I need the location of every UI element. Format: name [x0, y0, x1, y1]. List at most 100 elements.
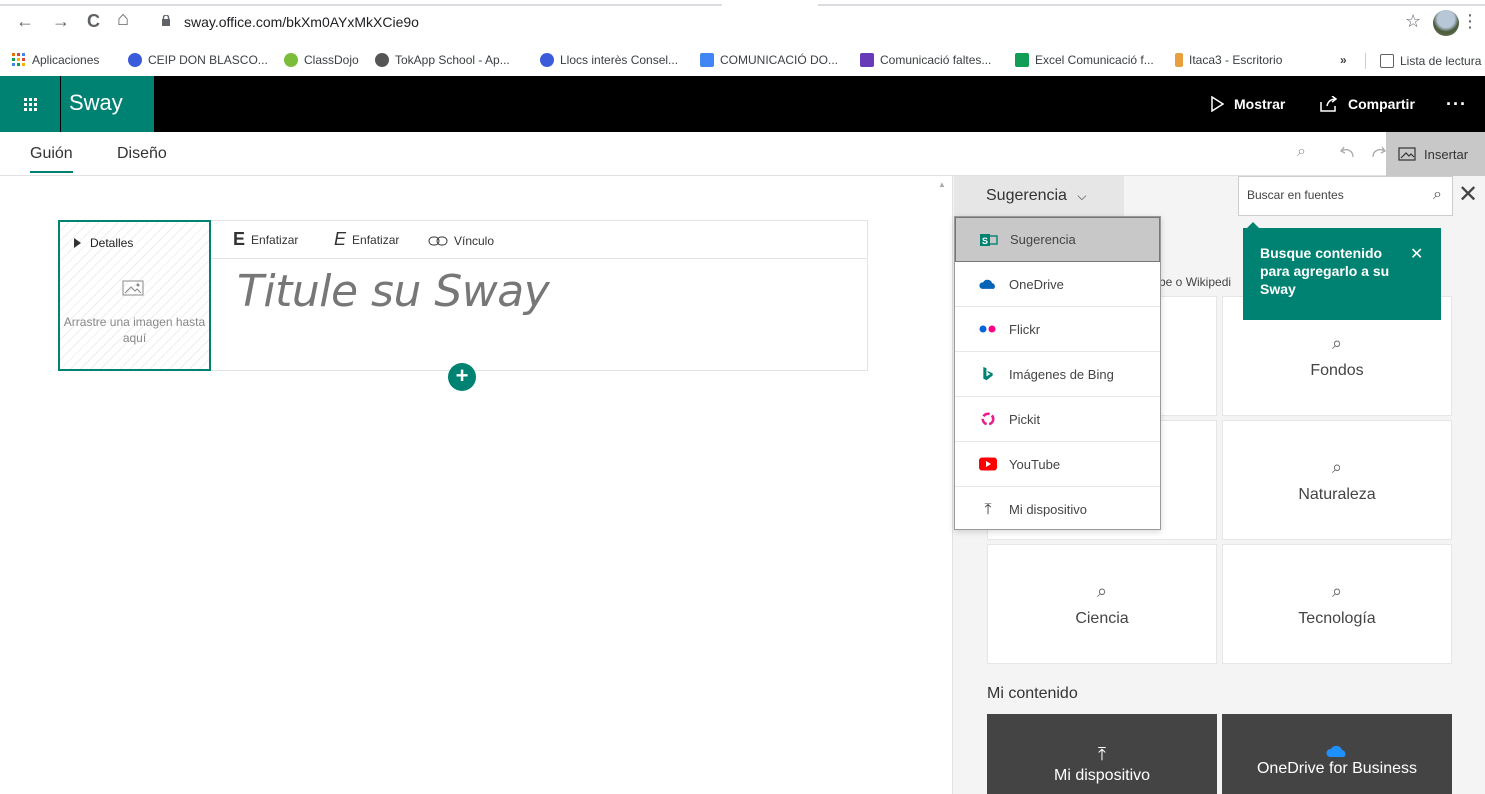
bookmark-comunicacio-do[interactable]: COMUNICACIÓ DO...: [700, 53, 838, 67]
source-dropdown-menu: S Sugerencia OneDrive Flickr Imágenes de…: [954, 216, 1161, 530]
insertar-button[interactable]: Insertar: [1386, 132, 1485, 176]
compartir-button[interactable]: Compartir: [1320, 76, 1415, 132]
bookmark-label: Llocs interès Consel...: [560, 53, 679, 67]
suggestion-tile-naturaleza[interactable]: ⌕ Naturaleza: [1222, 420, 1452, 540]
dropdown-item-label: Pickit: [1009, 411, 1041, 427]
dropdown-item-flickr[interactable]: Flickr: [955, 307, 1160, 352]
italic-emphasis-button[interactable]: E Enfatizar: [334, 229, 399, 250]
close-icon[interactable]: ✕: [1410, 244, 1423, 264]
tab-guion[interactable]: Guión: [30, 145, 73, 173]
detalles-toggle[interactable]: Detalles: [74, 236, 133, 250]
reload-icon[interactable]: C: [87, 11, 100, 32]
bookmark-label: »: [1340, 53, 1347, 67]
dropdown-item-bing[interactable]: Imágenes de Bing: [955, 352, 1160, 397]
bookmark-comunicacio-faltes[interactable]: Comunicació faltes...: [860, 53, 991, 67]
title-input[interactable]: Titule su Sway: [237, 266, 550, 317]
sway-header: Sway Mostrar Compartir ···: [0, 76, 1485, 132]
profile-avatar[interactable]: [1433, 10, 1459, 36]
tile-label: Mi dispositivo: [1053, 767, 1151, 784]
bookmark-label: TokApp School - Ap...: [395, 53, 510, 67]
site-globe-icon: [540, 53, 554, 67]
search-icon: ⌕: [1096, 581, 1108, 601]
bookmark-star-icon[interactable]: ☆: [1405, 11, 1421, 32]
dropdown-item-label: Imágenes de Bing: [1009, 366, 1114, 382]
bold-e-icon: E: [233, 229, 246, 249]
scroll-up-arrow[interactable]: ▲: [938, 180, 946, 189]
forward-icon[interactable]: →: [52, 11, 70, 32]
search-icon[interactable]: ⌕: [1297, 143, 1306, 161]
suggestion-tile-ciencia[interactable]: ⌕ Ciencia: [987, 544, 1217, 664]
play-icon: [1211, 96, 1224, 112]
bookmark-label: Excel Comunicació f...: [1035, 53, 1154, 67]
bookmark-label: Aplicaciones: [32, 53, 100, 67]
mi-dispositivo-tile[interactable]: ⤒ Mi dispositivo: [987, 714, 1217, 794]
dropdown-item-pickit[interactable]: Pickit: [955, 397, 1160, 442]
bookmark-tokapp[interactable]: TokApp School - Ap...: [375, 53, 510, 67]
link-button[interactable]: Vínculo: [428, 234, 494, 248]
more-options-button[interactable]: ···: [1446, 76, 1467, 132]
onedrive-icon: [1326, 745, 1346, 757]
search-icon: ⌕: [1331, 581, 1343, 601]
back-icon[interactable]: ←: [16, 11, 34, 32]
classdojo-icon: [284, 53, 298, 67]
tab-diseno[interactable]: Diseño: [117, 145, 167, 163]
bookmark-classdojo[interactable]: ClassDojo: [284, 53, 359, 67]
bookmark-llocs[interactable]: Llocs interès Consel...: [540, 53, 678, 67]
tile-label: Naturaleza: [1298, 486, 1376, 503]
url-text[interactable]: sway.office.com/bkXm0AYxMkXCie9o: [184, 14, 419, 30]
share-icon: [1320, 96, 1338, 112]
apps-grid-icon: [12, 53, 25, 66]
search-icon: ⌕: [1331, 457, 1343, 477]
source-selector[interactable]: Sugerencia ⌵: [954, 176, 1124, 216]
expand-triangle-icon: [74, 238, 81, 248]
app-brand[interactable]: Sway: [61, 76, 154, 132]
bookmark-ceip[interactable]: CEIP DON BLASCO...: [128, 53, 268, 67]
search-icon[interactable]: ⌕: [1433, 186, 1442, 204]
dropdown-item-onedrive[interactable]: OneDrive: [955, 262, 1160, 307]
redo-icon[interactable]: [1370, 145, 1386, 161]
reading-list-icon: [1380, 54, 1394, 68]
close-pane-icon[interactable]: ✕: [1458, 180, 1478, 209]
hint-text-partial: be o Wikipedi: [1159, 275, 1232, 289]
dropdown-item-label: YouTube: [1009, 456, 1061, 472]
flickr-icon: [979, 325, 996, 333]
app-launcher-button[interactable]: [0, 76, 60, 132]
tab-strip-divider: [818, 4, 1485, 6]
add-card-button[interactable]: +: [448, 363, 476, 391]
bookmark-lista-lectura[interactable]: Lista de lectura: [1365, 53, 1481, 69]
browser-menu-icon[interactable]: ⋮: [1461, 11, 1479, 32]
upload-icon: ⤒: [984, 500, 992, 518]
bookmark-excel[interactable]: Excel Comunicació f...: [1015, 53, 1154, 67]
bookmark-label: CEIP DON BLASCO...: [148, 53, 268, 67]
image-icon: [1398, 147, 1416, 161]
bookmark-itaca[interactable]: Itaca3 - Escritorio: [1175, 53, 1282, 67]
onedrive-business-tile[interactable]: OneDrive for Business: [1222, 714, 1452, 794]
mostrar-button[interactable]: Mostrar: [1192, 76, 1302, 132]
bold-label: Enfatizar: [251, 232, 299, 247]
chevron-down-icon: ⌵: [1077, 189, 1087, 203]
bing-icon: [983, 367, 993, 381]
tile-label: Ciencia: [1075, 610, 1129, 627]
suggestion-tile-tecnologia[interactable]: ⌕ Tecnología: [1222, 544, 1452, 664]
text-format-bar: E Enfatizar E Enfatizar Vínculo: [211, 221, 867, 259]
sway-icon: S: [980, 233, 998, 246]
dropdown-item-label: Sugerencia: [1010, 232, 1076, 247]
undo-icon[interactable]: [1340, 145, 1356, 161]
drop-hint-text: Arrastre una imagen hasta aquí: [63, 315, 206, 345]
dropdown-item-youtube[interactable]: YouTube: [955, 442, 1160, 487]
google-sheets-icon: [1015, 53, 1029, 67]
bookmarks-overflow-button[interactable]: »: [1340, 53, 1347, 67]
bold-emphasis-button[interactable]: E Enfatizar: [233, 229, 298, 250]
my-content-heading: Mi contenido: [987, 685, 1078, 702]
dropdown-item-mi-dispositivo[interactable]: ⤒ Mi dispositivo: [955, 487, 1160, 532]
image-drop-zone[interactable]: Detalles Arrastre una imagen hasta aquí: [58, 220, 211, 371]
search-input[interactable]: [1247, 177, 1417, 213]
dropdown-item-label: Mi dispositivo: [1009, 502, 1088, 517]
tile-label: Fondos: [1310, 362, 1364, 379]
bookmark-aplicaciones[interactable]: Aplicaciones: [12, 53, 99, 67]
search-field[interactable]: ⌕: [1238, 176, 1453, 216]
home-icon[interactable]: ⌂: [117, 8, 129, 31]
dropdown-item-sugerencia[interactable]: S Sugerencia: [955, 217, 1160, 262]
bookmark-label: Lista de lectura: [1400, 54, 1482, 68]
pickit-icon: [981, 412, 995, 426]
